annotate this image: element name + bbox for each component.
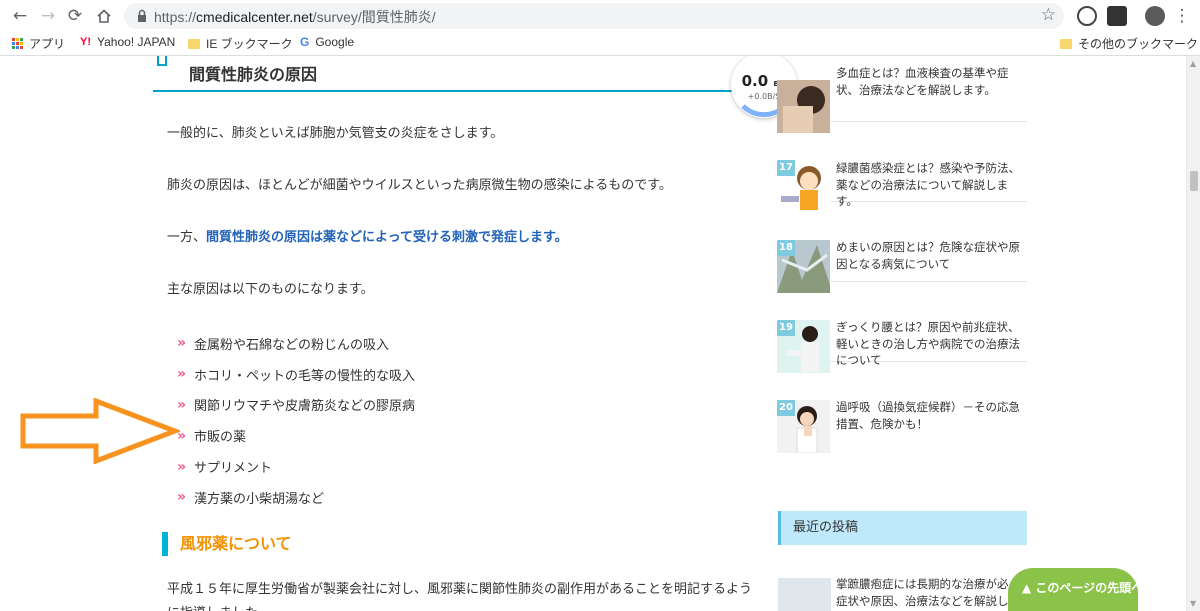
orange-annotation-arrow-icon bbox=[20, 398, 180, 464]
url-text: https://cmedicalcenter.net/survey/間質性肺炎/ bbox=[154, 9, 436, 25]
profile-avatar[interactable] bbox=[1145, 6, 1165, 26]
apps-grid-icon bbox=[12, 38, 23, 49]
ranking-title[interactable]: 過呼吸（過換気症候群）－その応急 措置、危険かも！ bbox=[836, 399, 1026, 432]
list-item: » 市販の薬 bbox=[177, 427, 247, 446]
bookmark-ie-folder[interactable]: IE ブックマーク bbox=[188, 35, 293, 52]
list-item: » 関節リウマチや皮膚筋炎などの膠原病 bbox=[177, 396, 416, 415]
cause-list: » 金属粉や石綿などの粉じんの吸入 » ホコリ・ペットの毛等の慢性的な吸入 » 関節リ… bbox=[177, 328, 415, 513]
heading-text: 間質性肺炎の原因 bbox=[189, 65, 318, 84]
paragraph-2: 肺炎の原因は、ほとんどが細菌やウイルスといった病原微生物の感染によるものです。 bbox=[167, 178, 672, 193]
list-marker-icon: » bbox=[177, 366, 187, 383]
lock-icon bbox=[138, 9, 146, 22]
recent-posts-heading: 最近の投稿 bbox=[778, 511, 1027, 545]
scroll-thumb[interactable] bbox=[1190, 171, 1198, 191]
back-arrow-icon[interactable]: ← bbox=[8, 4, 32, 28]
ranking-title[interactable]: めまいの原因とは？危険な症状や原 因となる病気について bbox=[836, 239, 1026, 272]
paragraph-1: 一般的に、肺炎といえば肺胞か気管支の炎症をさします。 bbox=[167, 126, 504, 141]
bookmark-google[interactable]: G Google bbox=[300, 35, 354, 49]
scroll-down-arrow-icon[interactable]: ▼ bbox=[1190, 599, 1196, 608]
highlighted-text: 間質性肺炎の原因は薬などによって受ける刺激で発症します。 bbox=[206, 230, 568, 245]
browser-toolbar: ← → ⟳ https://cmedicalcenter.net/survey/… bbox=[0, 0, 1200, 32]
subheading-cold-medicine: 風邪薬について bbox=[162, 532, 292, 556]
extension-info-icon[interactable] bbox=[1077, 6, 1097, 26]
bookmark-other-folder[interactable]: その他のブックマーク bbox=[1060, 35, 1198, 52]
browser-chrome: ← → ⟳ https://cmedicalcenter.net/survey/… bbox=[0, 0, 1200, 56]
paragraph-6: に指導しました。 bbox=[167, 602, 271, 611]
back-to-top-button[interactable]: ▲ このページの先頭へ bbox=[1008, 568, 1143, 611]
paragraph-5: 平成１５年に厚生労働省が製薬会社に対し、風邪薬に関節性肺炎の副作用があることを明… bbox=[167, 582, 753, 597]
google-logo-icon: G bbox=[300, 35, 310, 49]
article-thumbnail: 20 bbox=[777, 400, 830, 453]
recent-post-item[interactable]: 掌蹠膿疱症には長期的な治療が必 症状や原因、治療法などを解説し bbox=[778, 574, 1027, 611]
paragraph-3: 一方、間質性肺炎の原因は薬などによって受ける刺激で発症します。 bbox=[167, 230, 568, 245]
bookmark-yahoo[interactable]: Y! Yahoo! JAPAN bbox=[80, 35, 175, 49]
reload-icon[interactable]: ⟳ bbox=[63, 4, 87, 28]
list-marker-icon: » bbox=[177, 335, 187, 352]
ranking-item[interactable]: 18 めまいの原因とは？危険な症状や原 因となる病気について bbox=[777, 202, 1027, 293]
extension-shield-icon[interactable] bbox=[1107, 6, 1127, 26]
folder-icon bbox=[1060, 38, 1072, 49]
list-item: » 金属粉や石綿などの粉じんの吸入 bbox=[177, 335, 390, 353]
ranking-item[interactable]: 20 過呼吸（過換気症候群）－その応急 措置、危険かも！ bbox=[777, 362, 1027, 453]
bookmarks-bar: アプリ Y! Yahoo! JAPAN IE ブックマーク G Google そ… bbox=[0, 32, 1200, 54]
yahoo-logo-icon: Y! bbox=[80, 36, 91, 48]
scroll-up-arrow-icon[interactable]: ▲ bbox=[1190, 59, 1196, 68]
rank-badge: 18 bbox=[777, 240, 795, 256]
bookmark-apps[interactable]: アプリ bbox=[12, 35, 65, 52]
page-scrollbar[interactable]: ▲ ▼ bbox=[1186, 56, 1200, 611]
ranking-item[interactable]: 19 ぎっくり腰とは？原因や前兆症状、 軽いときの治し方や病院での治療法 につい… bbox=[777, 282, 1027, 373]
list-item: » サプリメント bbox=[177, 458, 273, 477]
ranking-item[interactable]: 17 緑膿菌感染症とは？感染や予防法、 薬などの治療法について解説しま す。 bbox=[777, 122, 1027, 213]
menu-dots-icon[interactable]: ⋮ bbox=[1170, 4, 1194, 28]
ranking-item[interactable]: 多血症とは？血液検査の基準や症 状、治療法などを解説します。 bbox=[777, 56, 1027, 133]
rank-badge: 20 bbox=[777, 400, 795, 416]
recent-post-title[interactable]: 掌蹠膿疱症には長期的な治療が必 症状や原因、治療法などを解説し bbox=[836, 576, 1026, 609]
rank-badge: 17 bbox=[777, 160, 795, 176]
section-heading: 間質性肺炎の原因 bbox=[153, 56, 733, 92]
list-marker-icon: » bbox=[177, 489, 187, 506]
folder-icon bbox=[188, 38, 200, 49]
article-thumbnail bbox=[778, 578, 831, 611]
home-icon[interactable] bbox=[92, 4, 116, 28]
paragraph-4: 主な原因は以下のものになります。 bbox=[167, 282, 374, 297]
address-bar[interactable]: https://cmedicalcenter.net/survey/間質性肺炎/… bbox=[124, 3, 1064, 29]
rank-badge: 19 bbox=[777, 320, 795, 336]
web-page: 間質性肺炎の原因 一般的に、肺炎といえば肺胞か気管支の炎症をさします。 肺炎の原… bbox=[0, 56, 1186, 611]
heading-box-icon bbox=[157, 56, 167, 66]
forward-arrow-icon[interactable]: → bbox=[36, 4, 60, 28]
bookmark-star-icon[interactable]: ☆ bbox=[1041, 5, 1056, 25]
ranking-title[interactable]: 多血症とは？血液検査の基準や症 状、治療法などを解説します。 bbox=[836, 65, 1026, 98]
list-item: » ホコリ・ペットの毛等の慢性的な吸入 bbox=[177, 366, 416, 384]
list-item: » 漢方薬の小柴胡湯など bbox=[177, 489, 325, 507]
